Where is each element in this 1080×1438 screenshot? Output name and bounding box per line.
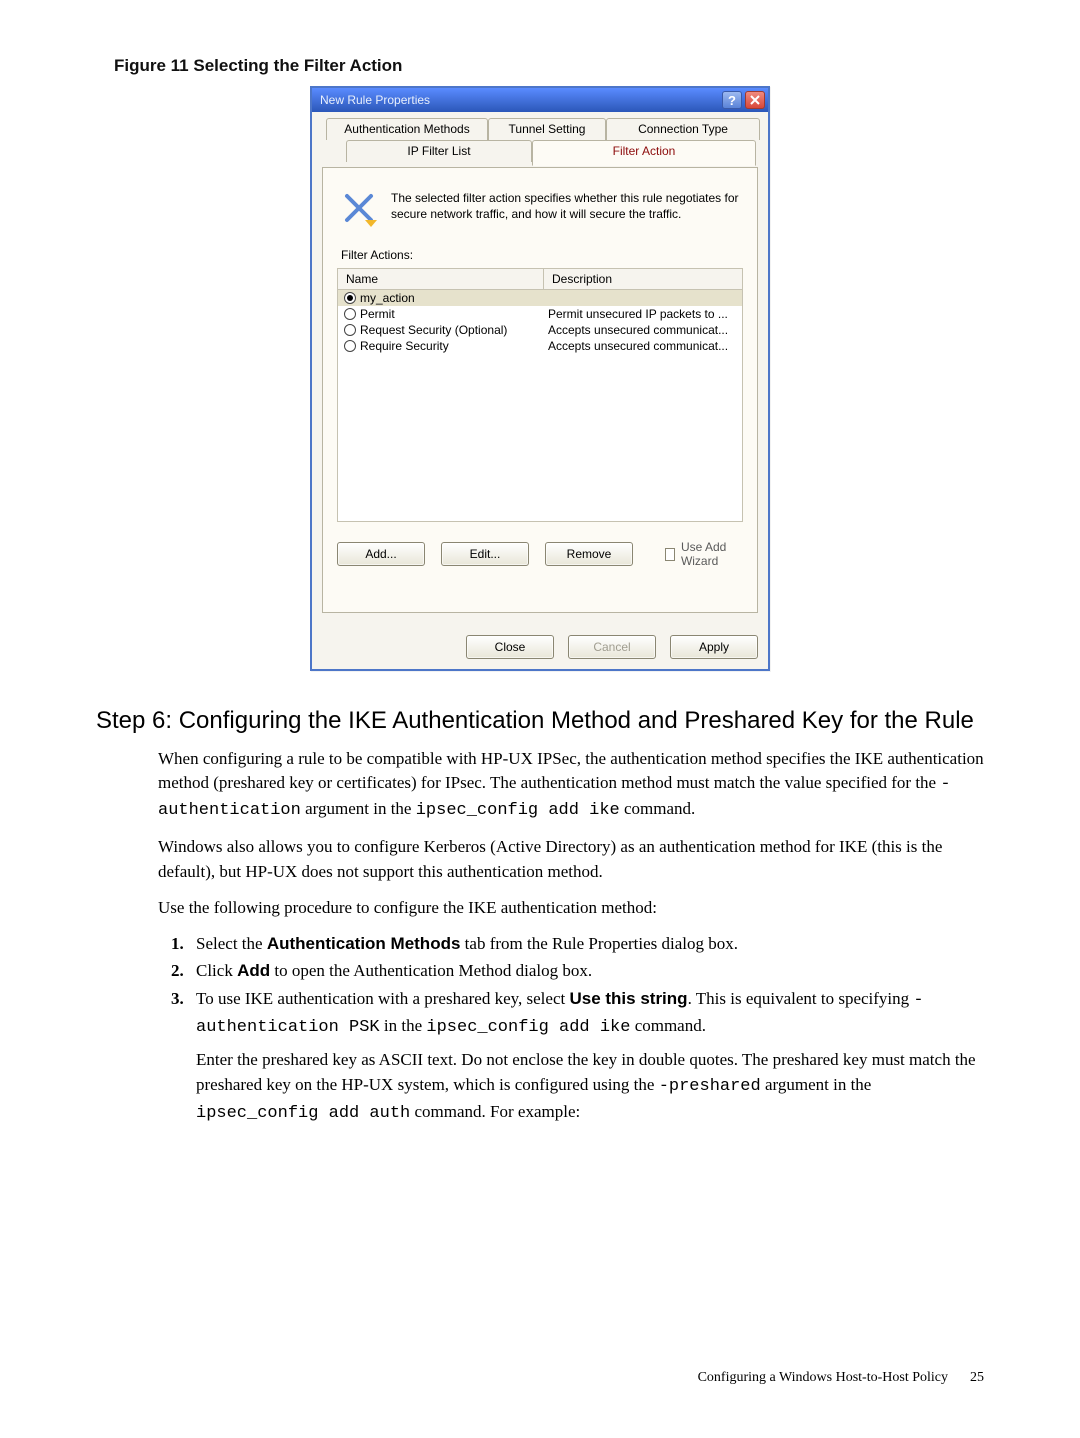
list-item[interactable]: Require Security Accepts unsecured commu…	[338, 338, 742, 354]
list-item[interactable]: my_action	[338, 290, 742, 306]
text: argument in the	[761, 1075, 872, 1094]
text: tab from the Rule Properties dialog box.	[460, 934, 738, 953]
dialog-title: New Rule Properties	[320, 93, 430, 107]
list-step: To use IKE authentication with a preshar…	[188, 987, 984, 1126]
list-item[interactable]: Permit Permit unsecured IP packets to ..…	[338, 306, 742, 322]
radio-icon[interactable]	[344, 324, 356, 336]
checkbox-label: Use Add Wizard	[681, 540, 743, 568]
row-desc: Permit unsecured IP packets to ...	[548, 307, 742, 321]
close-button[interactable]: Close	[466, 635, 554, 659]
figure-caption: Figure 11 Selecting the Filter Action	[114, 56, 984, 76]
dialog-window: New Rule Properties ? Authentication Met…	[310, 86, 770, 671]
row-desc: Accepts unsecured communicat...	[548, 339, 742, 353]
code: ipsec_config add ike	[416, 801, 620, 820]
radio-icon[interactable]	[344, 340, 356, 352]
text: . This is equivalent to specifying	[688, 989, 914, 1008]
filter-actions-label: Filter Actions:	[341, 248, 743, 262]
row-name: Permit	[360, 307, 548, 321]
row-name: my_action	[360, 291, 548, 305]
add-button[interactable]: Add...	[337, 542, 425, 566]
tab-auth-methods[interactable]: Authentication Methods	[326, 118, 488, 140]
paragraph: When configuring a rule to be compatible…	[158, 747, 984, 823]
radio-icon[interactable]	[344, 292, 356, 304]
list-header: Name Description	[337, 268, 743, 290]
close-icon[interactable]	[745, 91, 765, 109]
bold-term: Add	[237, 961, 270, 980]
col-name[interactable]: Name	[338, 269, 544, 289]
row-desc: Accepts unsecured communicat...	[548, 323, 742, 337]
filter-action-icon	[341, 190, 377, 226]
paragraph: Use the following procedure to configure…	[158, 896, 984, 920]
bold-term: Use this string	[569, 989, 687, 1008]
tab-panel-filter-action: The selected filter action specifies whe…	[322, 167, 758, 613]
help-icon[interactable]: ?	[722, 91, 742, 109]
text: Select the	[196, 934, 267, 953]
row-name: Request Security (Optional)	[360, 323, 548, 337]
apply-button[interactable]: Apply	[670, 635, 758, 659]
tab-filter-action[interactable]: Filter Action	[532, 140, 756, 166]
text: command.	[620, 799, 696, 818]
code: ipsec_config add ike	[426, 1018, 630, 1037]
filter-actions-list: my_action Permit Permit unsecured IP pac…	[337, 290, 743, 522]
edit-button[interactable]: Edit...	[441, 542, 529, 566]
paragraph: Windows also allows you to configure Ker…	[158, 835, 984, 883]
text: in the	[380, 1016, 427, 1035]
text: To use IKE authentication with a preshar…	[196, 989, 569, 1008]
bold-term: Authentication Methods	[267, 934, 461, 953]
tab-tunnel-setting[interactable]: Tunnel Setting	[488, 118, 606, 140]
text: command.	[630, 1016, 706, 1035]
footer-page-number: 25	[970, 1370, 984, 1386]
list-item[interactable]: Request Security (Optional) Accepts unse…	[338, 322, 742, 338]
filter-action-message: The selected filter action specifies whe…	[391, 190, 739, 222]
code: ipsec_config add auth	[196, 1104, 410, 1123]
footer-section: Configuring a Windows Host-to-Host Polic…	[698, 1370, 948, 1386]
text: When configuring a rule to be compatible…	[158, 749, 984, 792]
cancel-button: Cancel	[568, 635, 656, 659]
code: -preshared	[659, 1077, 761, 1096]
tab-ip-filter-list[interactable]: IP Filter List	[346, 140, 532, 162]
radio-icon[interactable]	[344, 308, 356, 320]
text: Click	[196, 961, 237, 980]
list-step: Click Add to open the Authentication Met…	[188, 959, 984, 984]
list-step: Select the Authentication Methods tab fr…	[188, 932, 984, 957]
text: to open the Authentication Method dialog…	[270, 961, 592, 980]
page-footer: Configuring a Windows Host-to-Host Polic…	[698, 1370, 984, 1386]
remove-button[interactable]: Remove	[545, 542, 633, 566]
text: command. For example:	[410, 1102, 580, 1121]
col-description[interactable]: Description	[544, 269, 742, 289]
sub-paragraph: Enter the preshared key as ASCII text. D…	[196, 1048, 984, 1126]
tab-connection-type[interactable]: Connection Type	[606, 118, 760, 140]
step-heading: Step 6: Configuring the IKE Authenticati…	[96, 707, 984, 735]
use-add-wizard-checkbox[interactable]: Use Add Wizard	[665, 540, 743, 568]
row-name: Require Security	[360, 339, 548, 353]
text: argument in the	[301, 799, 416, 818]
dialog-titlebar: New Rule Properties ?	[312, 88, 768, 112]
checkbox-icon[interactable]	[665, 548, 675, 561]
